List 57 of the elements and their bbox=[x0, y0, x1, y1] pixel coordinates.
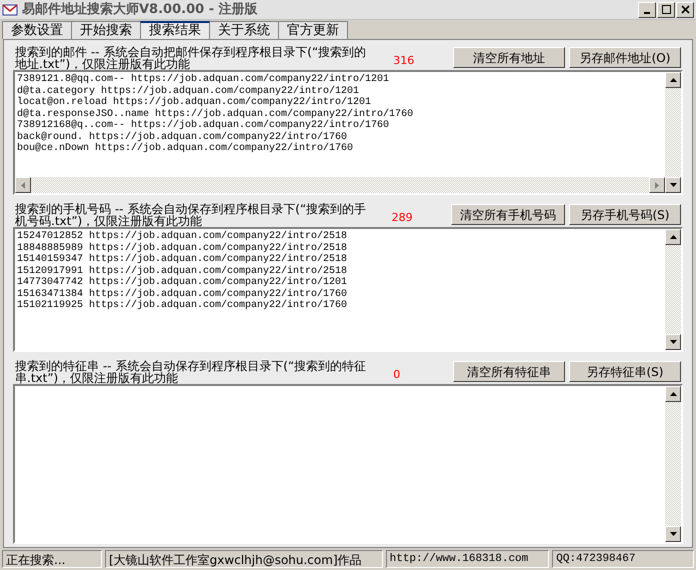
tab[interactable]: 搜索结果 bbox=[140, 21, 210, 39]
result-line: 15163471384 https://job.adquan.com/company22/intro/1760 bbox=[17, 288, 348, 300]
close-icon bbox=[680, 5, 690, 14]
status-bar-pane: http://www.168318.com bbox=[386, 550, 550, 568]
clear-button[interactable]: 清空所有特征串 bbox=[453, 361, 565, 382]
status-bar-pane: 正在搜索... bbox=[2, 550, 102, 568]
down-arrow-icon bbox=[670, 532, 676, 536]
result-line: 15102119925 https://job.adquan.com/company22/intro/1760 bbox=[17, 300, 348, 312]
maximize-button[interactable] bbox=[657, 2, 675, 18]
result-line: 15120917991 https://job.adquan.com/company22/intro/2518 bbox=[17, 266, 348, 276]
result-line: 15140159347 https://job.adquan.com/company22/intro/2518 bbox=[17, 254, 348, 266]
section-description: 搜索到的邮件 -- 系统会自动把邮件保存到程序根目录下(“搜索到的地址.txt”)，仅限注册版有此功能 bbox=[15, 46, 368, 70]
tab[interactable]: 参数设置 bbox=[2, 21, 72, 39]
minimize-button[interactable] bbox=[638, 2, 656, 18]
tab[interactable]: 官方更新 bbox=[278, 21, 348, 39]
result-line: 15247012852 https://job.adquan.com/company22/intro/2518 bbox=[17, 231, 348, 242]
result-line: 14773047742 https://job.adquan.com/company22/intro/1201 bbox=[17, 277, 348, 288]
result-line: locat@on.reload https://job.adquan.com/company22/intro/1201 bbox=[17, 97, 372, 108]
result-line: 738912168@q..com-- https://job.adquan.com/company22/intro/1760 bbox=[17, 120, 390, 132]
result-line: 18848885989 https://job.adquan.com/company22/intro/2518 bbox=[17, 242, 348, 254]
down-arrow-icon bbox=[670, 340, 676, 344]
down-arrow-icon bbox=[670, 183, 676, 187]
save-as-button[interactable]: 另存手机号码(S) bbox=[569, 204, 681, 225]
save-as-button[interactable]: 另存特征串(S) bbox=[569, 361, 681, 382]
vertical-scrollbar[interactable] bbox=[665, 229, 681, 350]
clear-button[interactable]: 清空所有地址 bbox=[453, 47, 565, 68]
result-line: d@ta.responseJSO..name https://job.adquan.com/company22/intro/1760 bbox=[17, 108, 414, 120]
clear-button[interactable]: 清空所有手机号码 bbox=[451, 204, 565, 225]
up-arrow-icon bbox=[670, 235, 676, 239]
result-line: 7389121.8@qq.com-- https://job.adquan.com/company22/intro/1201 bbox=[17, 74, 390, 86]
result-line: back@round. https://job.adquan.com/company22/intro/1760 bbox=[17, 132, 348, 142]
section-description: 搜索到的手机号码 -- 系统会自动保存到程序根目录下(“搜索到的手机号码.txt”)，仅限注册版有此功能 bbox=[15, 203, 368, 227]
result-count: 0 bbox=[393, 366, 402, 382]
left-arrow-icon bbox=[21, 182, 25, 188]
horizontal-scrollbar[interactable] bbox=[15, 177, 665, 193]
right-arrow-icon bbox=[655, 182, 659, 188]
window-title: 易邮件地址搜索大师V8.00.00 - 注册版 bbox=[22, 0, 258, 19]
tab[interactable]: 关于系统 bbox=[209, 21, 279, 39]
results-text-area[interactable] bbox=[13, 70, 683, 195]
tab[interactable]: 开始搜索 bbox=[71, 21, 141, 39]
maximize-icon bbox=[662, 5, 670, 14]
status-bar-pane: QQ:472398467 bbox=[552, 550, 694, 568]
result-count: 316 bbox=[393, 52, 416, 68]
status-bar-pane: [大镜山软件工作室gxwclhjh@sohu.com]作品 bbox=[105, 550, 383, 568]
save-as-button[interactable]: 另存邮件地址(O) bbox=[569, 47, 681, 68]
minimize-icon bbox=[644, 12, 650, 14]
result-line: d@ta.category https://job.adquan.com/company22/intro/1201 bbox=[17, 86, 360, 96]
up-arrow-icon bbox=[670, 392, 676, 396]
section-description: 搜索到的特征串 -- 系统会自动保存到程序根目录下(“搜索到的特征串.txt”)，仅限注册版有此功能 bbox=[15, 360, 368, 384]
app-envelope-icon bbox=[2, 2, 18, 18]
close-button[interactable] bbox=[676, 2, 694, 18]
result-count: 289 bbox=[392, 210, 414, 226]
vertical-scrollbar[interactable] bbox=[665, 386, 681, 542]
up-arrow-icon bbox=[670, 78, 676, 82]
vertical-scrollbar[interactable] bbox=[665, 72, 681, 193]
result-line: bou@ce.nDown https://job.adquan.com/company22/intro/1760 bbox=[17, 143, 354, 154]
results-text-area[interactable] bbox=[13, 227, 683, 352]
